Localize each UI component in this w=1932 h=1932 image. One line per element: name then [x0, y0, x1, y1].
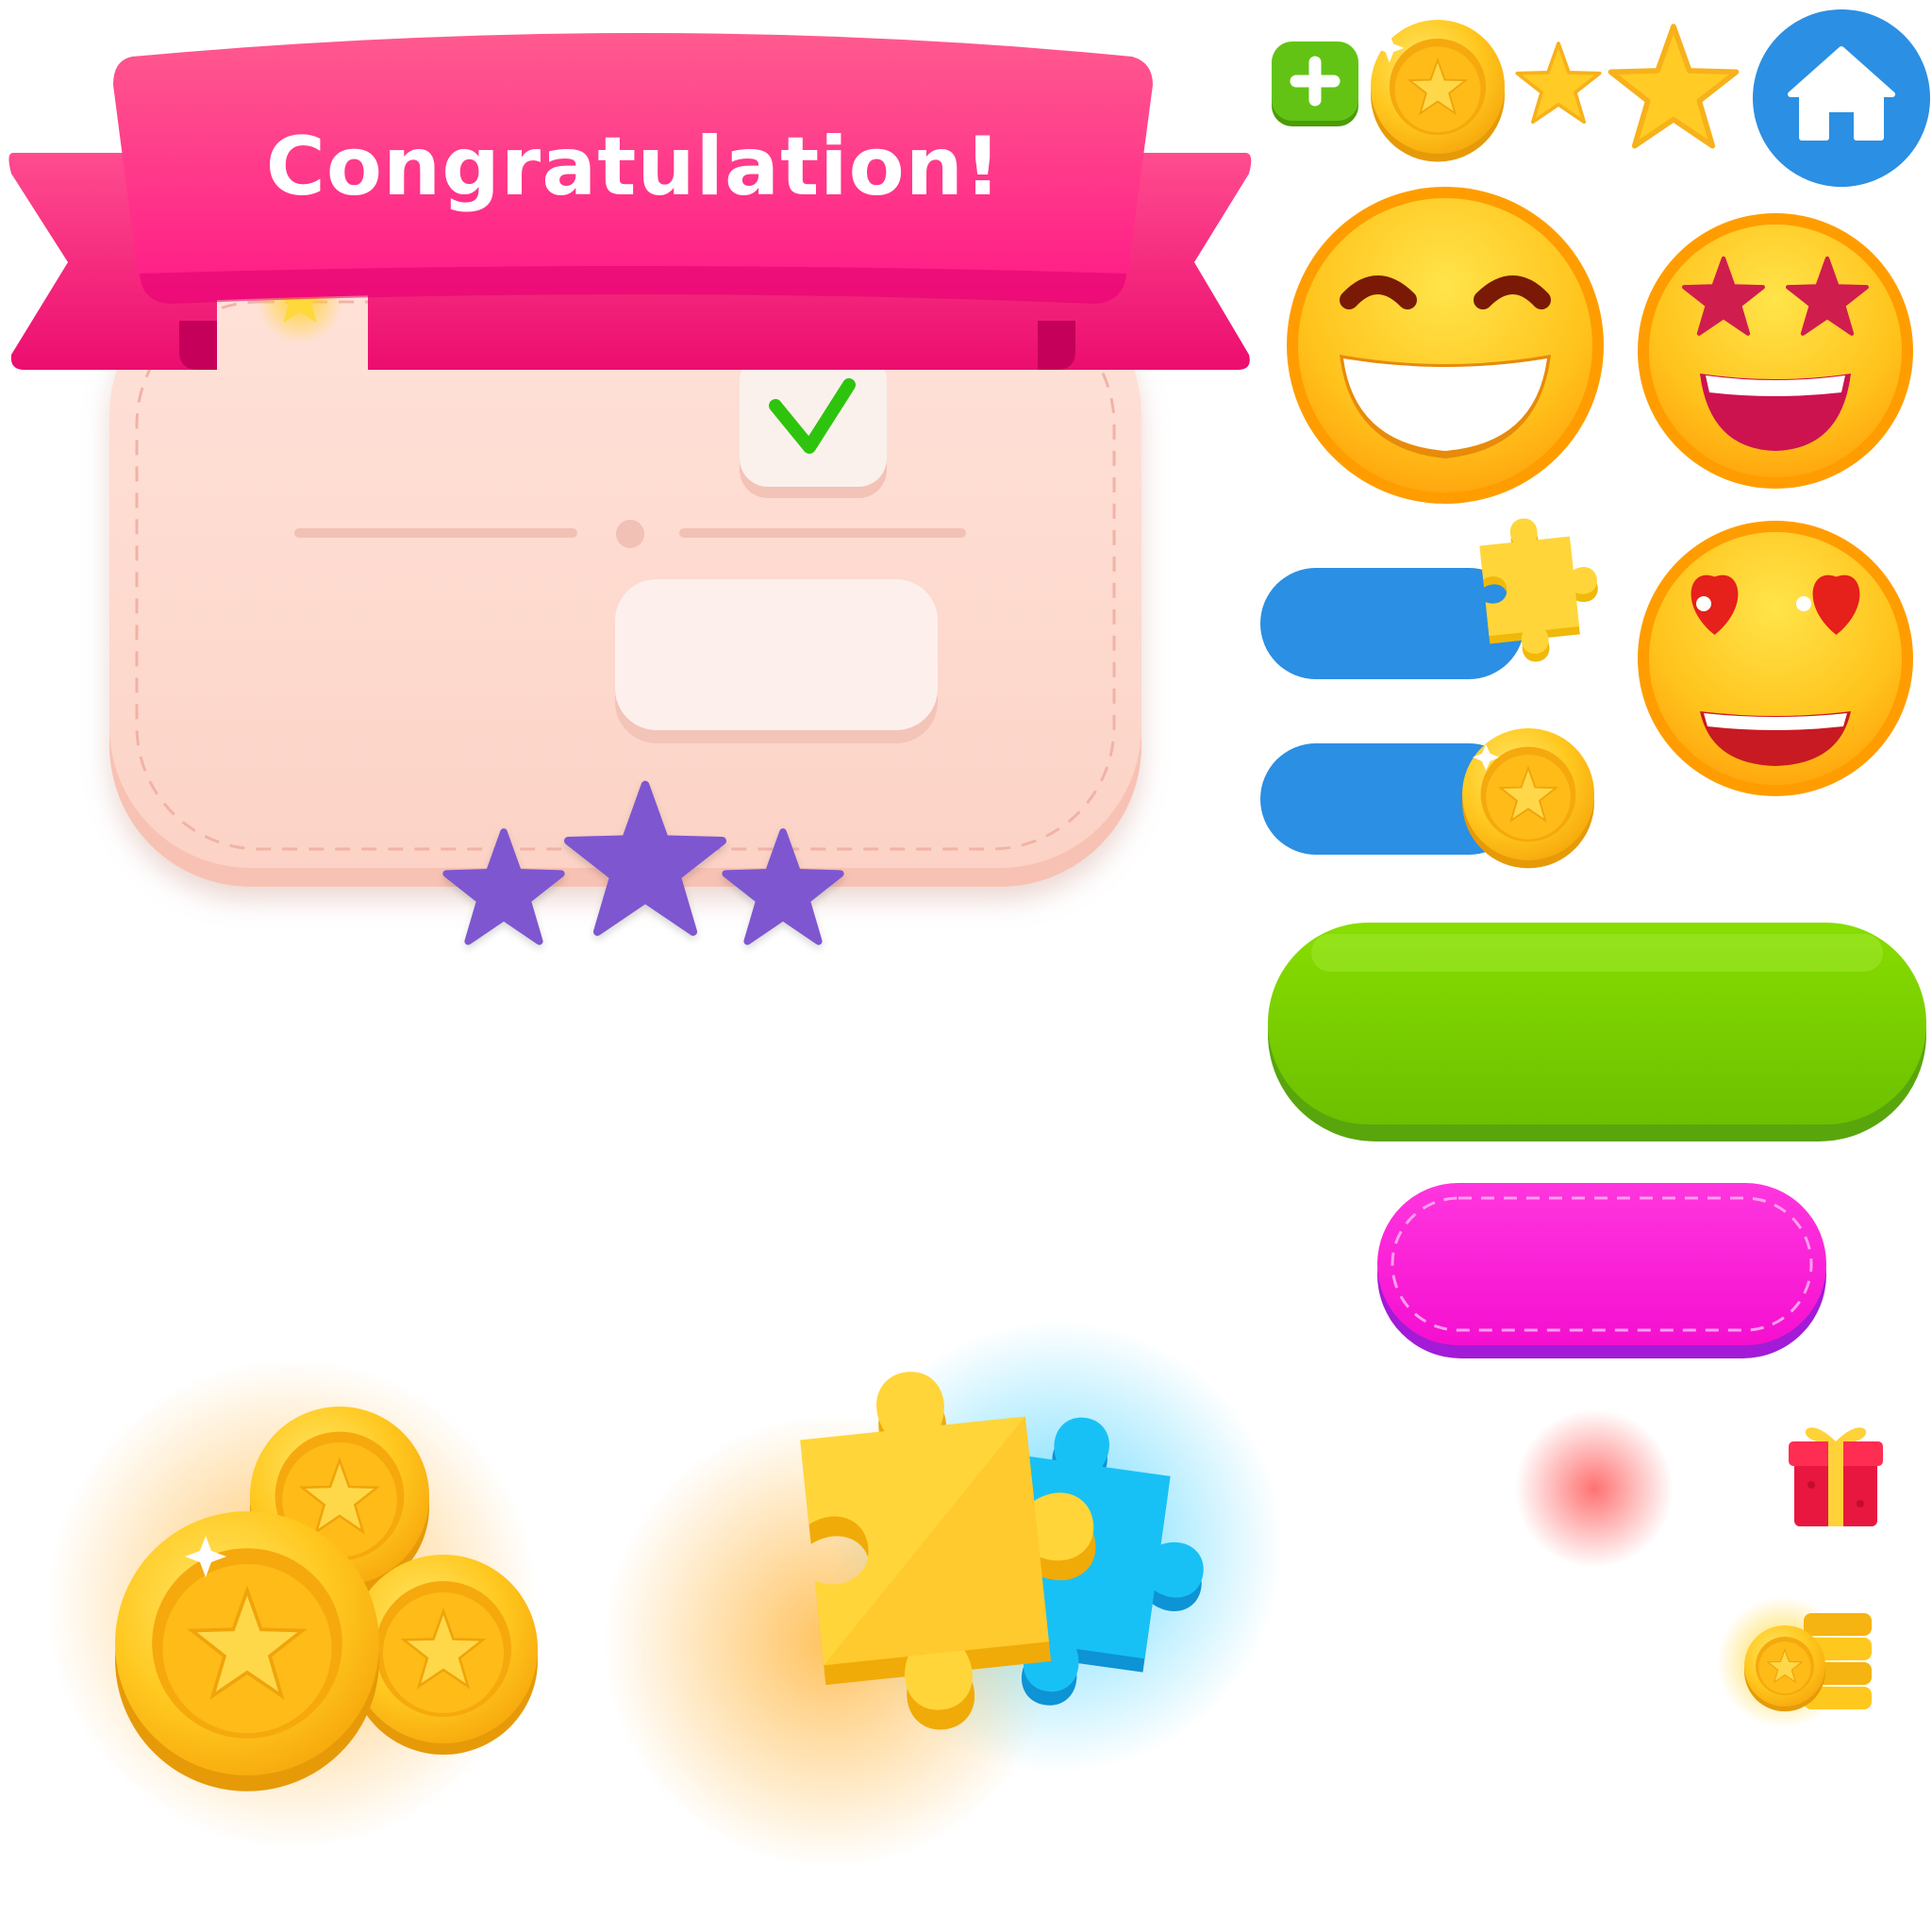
star-icon-small — [1517, 43, 1599, 122]
gift-icon — [1789, 1427, 1883, 1526]
panel-checkbox[interactable] — [740, 353, 887, 498]
coin-icon — [1371, 20, 1505, 162]
plus-button[interactable] — [1272, 42, 1358, 126]
panel-input-field[interactable] — [615, 579, 938, 743]
coin-icon — [1462, 728, 1594, 868]
congratulation-title: Congratulation! — [266, 120, 1002, 214]
grin-emoji — [1287, 187, 1604, 504]
coin-pile-icon — [47, 1358, 538, 1849]
star-eyes-emoji — [1638, 213, 1913, 489]
puzzle-pieces-icon — [604, 1321, 1283, 1868]
puzzle-toggle[interactable] — [1260, 511, 1606, 679]
red-glow-effect — [1515, 1409, 1674, 1568]
congratulation-ribbon: Congratulation! — [8, 33, 1252, 370]
coin-stack-icon — [1717, 1596, 1872, 1728]
magenta-button[interactable] — [1377, 1183, 1826, 1358]
star-icon-large — [1611, 26, 1737, 146]
home-button[interactable] — [1753, 9, 1930, 187]
coin-toggle[interactable] — [1260, 728, 1594, 868]
game-ui-asset-sheet: Congratulation! — [8, 0, 1930, 1868]
heart-eyes-emoji — [1638, 521, 1913, 796]
green-button[interactable] — [1268, 923, 1926, 1141]
